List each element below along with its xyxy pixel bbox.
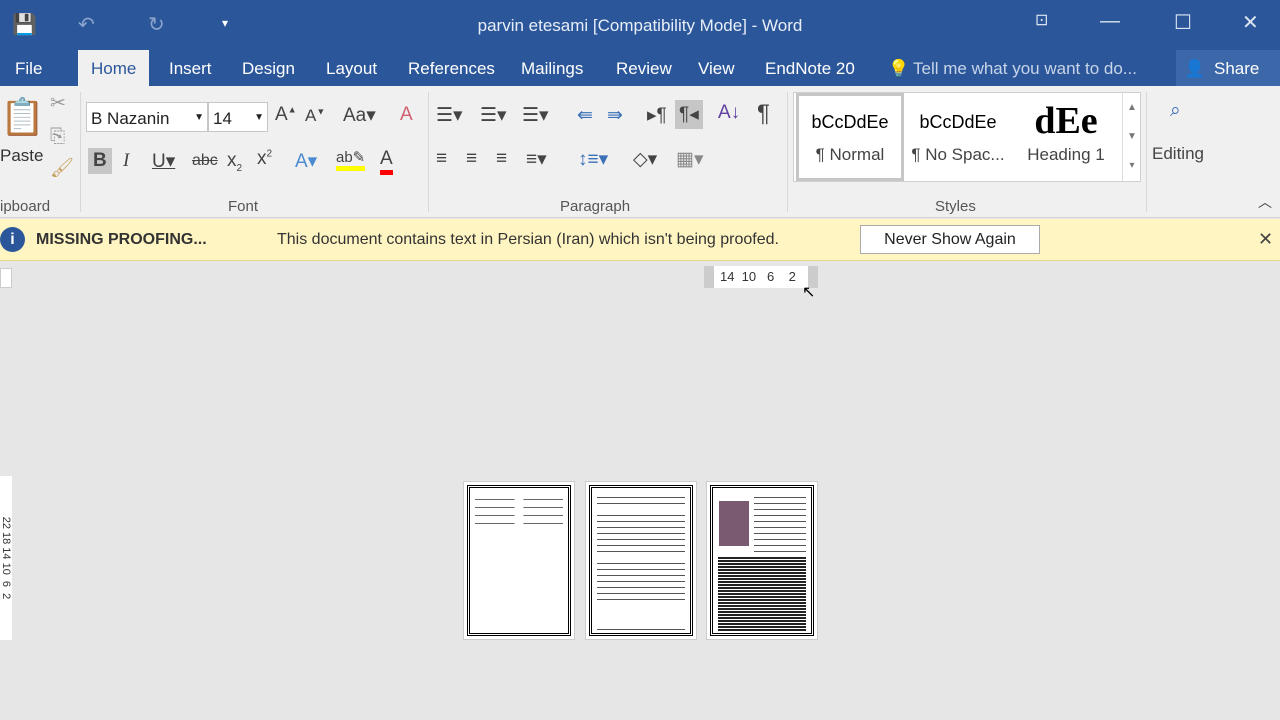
bold-button[interactable]: B (88, 148, 112, 174)
line-spacing-icon[interactable]: ↕≡▾ (578, 148, 608, 171)
page-thumbnail-1[interactable] (463, 481, 575, 640)
clear-formatting-icon[interactable]: A (400, 104, 413, 126)
shrink-font-icon[interactable]: A▼ (305, 106, 325, 126)
page-thumbnail-3[interactable] (706, 481, 818, 640)
ruler-toggle[interactable] (0, 268, 12, 288)
tab-references[interactable]: References (408, 59, 495, 79)
collapse-ribbon-icon[interactable]: ︿ (1258, 192, 1272, 212)
tab-review[interactable]: Review (616, 59, 672, 79)
rtl-icon[interactable]: ¶◂ (675, 100, 703, 129)
change-case-icon[interactable]: Aa▾ (343, 104, 376, 127)
group-label-clipboard: ipboard (0, 198, 51, 215)
decrease-indent-icon[interactable]: ⇚ (577, 104, 593, 127)
styles-scroll[interactable]: ▲ ▼ ▾ (1122, 93, 1141, 181)
paste-button[interactable]: Paste (0, 146, 43, 166)
mouse-cursor: ↖ (802, 284, 816, 301)
ribbon-display-icon[interactable]: ⊡ (1035, 10, 1048, 30)
grow-font-icon[interactable]: A▲ (275, 104, 297, 126)
search-icon[interactable]: ⌕ (1170, 100, 1181, 122)
multilevel-list-icon[interactable]: ☰▾ (522, 104, 549, 127)
strikethrough-button[interactable]: abc (192, 152, 218, 170)
font-size-select[interactable]: 14 ▼ (208, 102, 268, 132)
shading-icon[interactable]: ◇▾ (633, 148, 657, 171)
info-icon: i (0, 227, 25, 252)
group-label-styles: Styles (935, 198, 976, 215)
group-label-paragraph: Paragraph (560, 198, 631, 215)
tab-insert[interactable]: Insert (169, 59, 212, 79)
portrait-photo (719, 501, 749, 546)
share-button[interactable]: 👤 Share (1176, 50, 1280, 86)
format-painter-icon[interactable]: 🖌 (50, 156, 74, 180)
font-name-select[interactable]: B Nazanin ▼ (86, 102, 208, 132)
tab-home[interactable]: Home (78, 50, 150, 86)
lightbulb-icon: 💡 (888, 59, 910, 78)
underline-button[interactable]: U▾ (152, 150, 175, 173)
page-thumbnail-2[interactable] (585, 481, 697, 640)
subscript-button[interactable]: x2 (227, 150, 242, 174)
superscript-button[interactable]: x2 (257, 148, 272, 170)
text-effects-icon[interactable]: A▾ (295, 150, 317, 173)
center-icon[interactable]: ≡ (466, 148, 477, 170)
italic-button[interactable]: I (123, 150, 129, 172)
ribbon: 📋 Paste ✂ ⎘ 🖌 ipboard B Nazanin ▼ 14 ▼ A▲ … (0, 86, 1280, 218)
copy-icon[interactable]: ⎘ (50, 126, 65, 148)
close-button[interactable]: ✕ (1242, 10, 1259, 35)
cut-icon[interactable]: ✂ (50, 92, 66, 115)
group-label-font: Font (228, 198, 259, 215)
style-no-spacing[interactable]: bCcDdEe ¶ No Spac... (904, 93, 1012, 181)
increase-indent-icon[interactable]: ⇛ (607, 104, 623, 127)
ribbon-tabs: File Home Insert Design Layout Reference… (0, 50, 1280, 86)
sort-icon[interactable]: A↓ (718, 102, 740, 124)
tab-layout[interactable]: Layout (326, 59, 377, 79)
justify-icon[interactable]: ≡▾ (526, 148, 547, 171)
style-normal[interactable]: bCcDdEe ¶ Normal (796, 93, 904, 181)
maximize-button[interactable]: ☐ (1174, 10, 1192, 35)
font-color-icon[interactable]: A (380, 148, 393, 175)
tab-endnote[interactable]: EndNote 20 (765, 59, 855, 79)
editing-button[interactable]: Editing (1152, 144, 1204, 164)
tab-design[interactable]: Design (242, 59, 295, 79)
align-left-icon[interactable]: ≡ (436, 148, 447, 170)
styles-gallery: bCcDdEe ¶ Normal bCcDdEe ¶ No Spac... dE… (793, 92, 1141, 182)
tab-mailings[interactable]: Mailings (521, 59, 583, 79)
highlight-color-icon[interactable]: ab✎ (336, 148, 366, 171)
tell-me-search[interactable]: Tell me what you want to do... (913, 59, 1137, 79)
never-show-again-button[interactable]: Never Show Again (860, 225, 1040, 254)
style-heading-1[interactable]: dEe Heading 1 (1012, 93, 1120, 181)
tab-view[interactable]: View (698, 59, 735, 79)
tab-file[interactable]: File (15, 59, 42, 79)
ltr-icon[interactable]: ▸¶ (647, 104, 667, 127)
borders-icon[interactable]: ▦▾ (676, 148, 704, 171)
window-title: parvin etesami [Compatibility Mode] - Wo… (477, 16, 803, 35)
numbering-icon[interactable]: ☰▾ (480, 104, 507, 127)
horizontal-ruler[interactable]: 14 10 6 2 (704, 266, 818, 288)
person-icon: 👤 (1184, 59, 1206, 78)
vertical-ruler[interactable]: 22 18 14 10 6 2 (0, 476, 12, 640)
bullets-icon[interactable]: ☰▾ (436, 104, 463, 127)
align-right-icon[interactable]: ≡ (496, 148, 507, 170)
minimize-button[interactable]: — (1100, 10, 1120, 33)
paste-icon[interactable]: 📋 (0, 96, 45, 138)
show-formatting-icon[interactable]: ¶ (757, 100, 770, 128)
message-bar: i MISSING PROOFING... This document cont… (0, 219, 1280, 261)
close-message-icon[interactable]: ✕ (1258, 229, 1273, 250)
title-bar: 💾 ↶ ↻ ▾ parvin etesami [Compatibility Mo… (0, 0, 1280, 50)
